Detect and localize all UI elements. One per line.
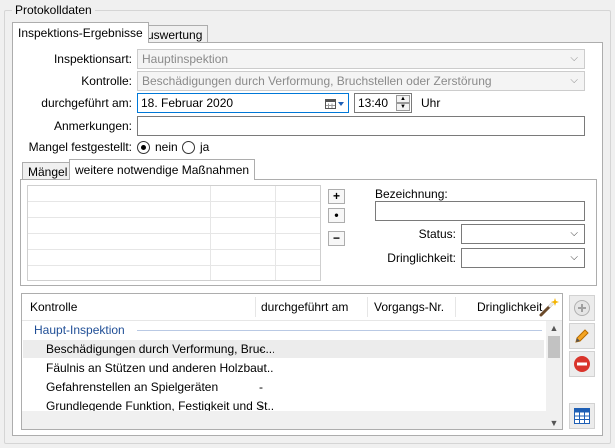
column-header-process-no[interactable]: Vorgangs-Nr. bbox=[374, 294, 444, 320]
magic-wand-icon[interactable] bbox=[538, 296, 560, 318]
row-date-cell: - bbox=[259, 361, 263, 375]
control-table[interactable]: Kontrolle durchgeführt am Vorgangs-Nr. D… bbox=[21, 293, 563, 430]
chevron-down-icon: ⌵ bbox=[570, 53, 578, 64]
column-header-control[interactable]: Kontrolle bbox=[30, 294, 77, 320]
urgency-select[interactable]: ⌵ bbox=[461, 248, 585, 268]
scrollbar-thumb[interactable] bbox=[548, 336, 560, 358]
chevron-down-icon: ⌵ bbox=[570, 252, 578, 263]
status-label: Status: bbox=[418, 227, 456, 241]
time-down-button[interactable]: ▼ bbox=[396, 103, 410, 111]
measures-list[interactable] bbox=[27, 185, 321, 281]
vertical-scrollbar[interactable]: ▲ ▼ bbox=[546, 321, 562, 429]
control-label: Kontrolle: bbox=[81, 74, 132, 88]
calendar-icon bbox=[574, 408, 590, 424]
table-row[interactable]: Fäulnis an Stützen und anderen Holzbaut.… bbox=[23, 359, 544, 377]
row-control-cell: Beschädigungen durch Verformung, Bruc... bbox=[46, 342, 274, 356]
tab-inspection-results[interactable]: Inspektions-Ergebnisse bbox=[12, 22, 149, 43]
horizontal-scrollbar[interactable] bbox=[22, 411, 546, 429]
time-up-button[interactable]: ▲ bbox=[396, 95, 410, 103]
inspection-type-select[interactable]: Hauptinspektion ⌵ bbox=[137, 49, 585, 69]
delete-entry-button[interactable] bbox=[569, 351, 595, 377]
control-value: Beschädigungen durch Verformung, Bruchst… bbox=[142, 74, 492, 88]
performed-label: durchgeführt am: bbox=[41, 96, 132, 110]
add-measure-button[interactable]: + bbox=[328, 189, 345, 204]
control-select[interactable]: Beschädigungen durch Verformung, Bruchst… bbox=[137, 71, 585, 91]
calendar-dropdown-icon[interactable] bbox=[325, 97, 345, 109]
inspection-type-label: Inspektionsart: bbox=[53, 52, 132, 66]
defect-no-label: nein bbox=[155, 140, 178, 154]
defect-yes-label: ja bbox=[200, 140, 210, 154]
table-view-button[interactable] bbox=[569, 403, 595, 429]
add-entry-button[interactable] bbox=[569, 295, 595, 321]
date-value: 18. Februar 2020 bbox=[141, 96, 234, 110]
designation-field[interactable] bbox=[375, 201, 585, 221]
row-control-cell: Fäulnis an Stützen und anderen Holzbaut.… bbox=[46, 361, 274, 375]
edit-entry-button[interactable] bbox=[569, 323, 595, 349]
group-title: Protokolldaten bbox=[12, 3, 95, 17]
urgency-label: Dringlichkeit: bbox=[387, 251, 456, 265]
column-header-performed[interactable]: durchgeführt am bbox=[261, 294, 348, 320]
defect-yes-radio[interactable] bbox=[182, 141, 195, 154]
time-unit-label: Uhr bbox=[421, 96, 441, 110]
row-control-cell: Gefahrenstellen an Spielgeräten bbox=[46, 380, 219, 394]
row-date-cell: - bbox=[259, 342, 263, 356]
add-circle-icon bbox=[574, 300, 590, 316]
scroll-up-arrow[interactable]: ▲ bbox=[546, 321, 562, 335]
table-row[interactable]: Gefahrenstellen an Spielgeräten - bbox=[23, 378, 544, 396]
notes-label: Anmerkungen: bbox=[53, 119, 132, 133]
pencil-icon bbox=[575, 329, 589, 343]
status-select[interactable]: ⌵ bbox=[461, 224, 585, 244]
defect-no-radio[interactable] bbox=[137, 141, 150, 154]
remove-circle-icon bbox=[574, 356, 590, 372]
tab-defects[interactable]: Mängel bbox=[22, 162, 74, 180]
bullet-measure-button[interactable]: • bbox=[328, 208, 345, 223]
row-date-cell: - bbox=[259, 380, 263, 394]
group-header-main-inspection: Haupt-Inspektion bbox=[34, 323, 125, 337]
remove-measure-button[interactable]: − bbox=[328, 231, 345, 246]
table-row[interactable]: Beschädigungen durch Verformung, Bruc...… bbox=[23, 340, 544, 358]
scroll-down-arrow[interactable]: ▼ bbox=[546, 416, 562, 429]
notes-field[interactable] bbox=[137, 116, 585, 136]
time-field[interactable]: 13:40 ▲ ▼ bbox=[354, 93, 412, 113]
time-value: 13:40 bbox=[358, 96, 389, 110]
defect-found-label: Mangel festgestellt: bbox=[28, 140, 132, 154]
column-header-urgency[interactable]: Dringlichkeit bbox=[477, 294, 542, 320]
tab-further-measures[interactable]: weitere notwendige Maßnahmen bbox=[69, 159, 256, 180]
chevron-down-icon: ⌵ bbox=[570, 228, 578, 239]
group-divider bbox=[137, 330, 542, 331]
date-picker[interactable]: 18. Februar 2020 bbox=[137, 93, 349, 113]
chevron-down-icon: ⌵ bbox=[570, 75, 578, 86]
inspection-type-value: Hauptinspektion bbox=[142, 52, 229, 66]
